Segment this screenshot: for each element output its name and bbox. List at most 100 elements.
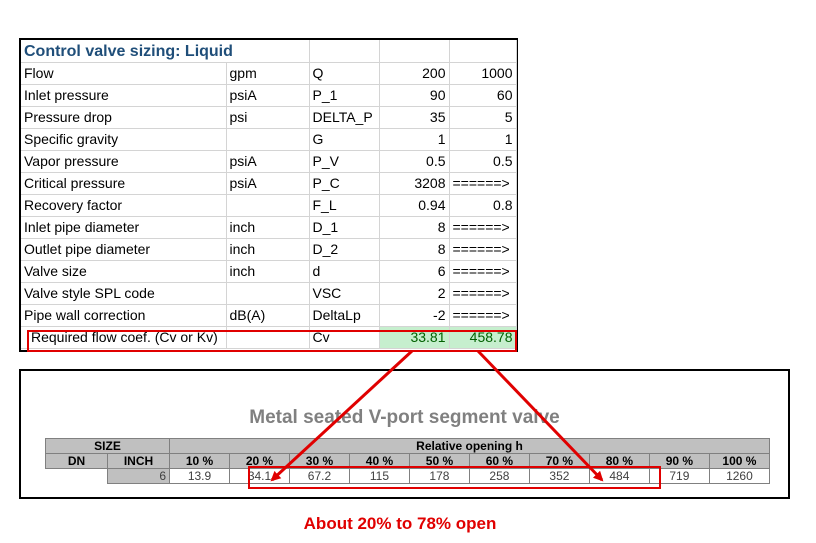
cv-value: 352 xyxy=(528,468,590,484)
param-value-case-2: 0.5 xyxy=(449,150,517,173)
param-symbol: d xyxy=(309,260,380,283)
param-unit xyxy=(226,194,310,217)
param-symbol: G xyxy=(309,128,380,151)
param-symbol: P_V xyxy=(309,150,380,173)
dn-value xyxy=(45,468,108,484)
sheet-row: Outlet pipe diameter inch D_2 8 ======> xyxy=(21,238,517,261)
param-value-case-1: 0.94 xyxy=(379,194,450,217)
param-value-case-1: 200 xyxy=(379,62,450,85)
opening-percent-header: 100 % xyxy=(708,453,771,469)
caption-open-range: About 20% to 78% open xyxy=(303,514,497,533)
param-value-case-2: 1 xyxy=(449,128,517,151)
param-unit: psi xyxy=(226,106,310,129)
opening-percent-header: 90 % xyxy=(648,453,710,469)
valve-capacity-panel: Metal seated V-port segment valve SIZE Re… xyxy=(19,369,790,499)
cv-value: 13.9 xyxy=(169,468,230,484)
result-cv-case-2: 458.78 xyxy=(449,326,517,349)
size-header: SIZE xyxy=(44,438,171,454)
param-symbol: D_2 xyxy=(309,238,380,261)
param-symbol: DeltaLp xyxy=(309,304,380,327)
param-value-case-2: ======> xyxy=(449,216,517,239)
param-value-case-1: 35 xyxy=(379,106,450,129)
param-unit: dB(A) xyxy=(226,304,310,327)
param-symbol: Q xyxy=(309,62,380,85)
opening-percent-header: 60 % xyxy=(468,453,530,469)
param-value-case-1: 8 xyxy=(379,238,450,261)
inch-header: INCH xyxy=(106,453,171,469)
param-value-case-1: 2 xyxy=(379,282,450,305)
cv-value: 719 xyxy=(648,468,710,484)
sheet-row: Specific gravity G 1 1 xyxy=(21,128,517,151)
sheet-result-row: Required flow coef. (Cv or Kv) Cv 33.81 458… xyxy=(21,326,517,349)
opening-header: Relative opening h xyxy=(169,438,770,454)
param-value-case-2: 60 xyxy=(449,84,517,107)
param-value-case-1: -2 xyxy=(379,304,450,327)
param-unit: inch xyxy=(226,238,310,261)
valve-data-row: 6 13.9 34.1 67.2 115 178 258 352 484 719 1260 xyxy=(45,468,771,484)
param-unit: psiA xyxy=(226,150,310,173)
param-symbol: VSC xyxy=(309,282,380,305)
param-unit xyxy=(226,282,310,305)
opening-percent-header: 80 % xyxy=(588,453,650,469)
param-symbol: DELTA_P xyxy=(309,106,380,129)
param-unit: psiA xyxy=(226,84,310,107)
opening-percent-header: 70 % xyxy=(528,453,590,469)
param-label: Inlet pressure xyxy=(21,84,227,107)
sheet-title-row: Control valve sizing: Liquid xyxy=(21,40,517,63)
param-symbol: P_1 xyxy=(309,84,380,107)
param-unit xyxy=(226,128,310,151)
result-label: Required flow coef. (Cv or Kv) xyxy=(21,326,227,349)
param-label: Vapor pressure xyxy=(21,150,227,173)
sheet-row: Inlet pipe diameter inch D_1 8 ======> xyxy=(21,216,517,239)
sizing-table: Control valve sizing: Liquid Flow gpm Q 200… xyxy=(21,40,517,349)
opening-percent-header: 20 % xyxy=(229,453,290,469)
cv-value: 1260 xyxy=(708,468,771,484)
sheet-row: Flow gpm Q 200 1000 xyxy=(21,62,517,85)
param-value-case-1: 0.5 xyxy=(379,150,450,173)
param-value-case-2: 1000 xyxy=(449,62,517,85)
param-value-case-2: ======> xyxy=(449,304,517,327)
result-symbol: Cv xyxy=(309,326,380,349)
param-symbol: F_L xyxy=(309,194,380,217)
sheet-row: Pipe wall correction dB(A) DeltaLp -2 ======… xyxy=(21,304,517,327)
param-unit: inch xyxy=(226,260,310,283)
param-label: Recovery factor xyxy=(21,194,227,217)
param-value-case-2: ======> xyxy=(449,282,517,305)
result-cv-case-1: 33.81 xyxy=(379,326,450,349)
cv-value: 258 xyxy=(468,468,530,484)
valve-header-row-2: DN INCH 10 % 20 % 30 % 40 % 50 % 60 % 70 % 80 % 90… xyxy=(45,453,771,469)
param-value-case-2: 5 xyxy=(449,106,517,129)
param-symbol: D_1 xyxy=(309,216,380,239)
param-unit: inch xyxy=(226,216,310,239)
param-value-case-2: ======> xyxy=(449,238,517,261)
opening-percent-header: 40 % xyxy=(348,453,410,469)
param-label: Outlet pipe diameter xyxy=(21,238,227,261)
param-value-case-1: 90 xyxy=(379,84,450,107)
valve-title: Metal seated V-port segment valve xyxy=(249,407,560,428)
sheet-row: Recovery factor F_L 0.94 0.8 xyxy=(21,194,517,217)
param-label: Specific gravity xyxy=(21,128,227,151)
param-value-case-1: 6 xyxy=(379,260,450,283)
sizing-sheet: Control valve sizing: Liquid Flow gpm Q 200… xyxy=(19,38,518,352)
cv-value: 115 xyxy=(348,468,410,484)
param-label: Inlet pipe diameter xyxy=(21,216,227,239)
sheet-row: Vapor pressure psiA P_V 0.5 0.5 xyxy=(21,150,517,173)
param-value-case-1: 1 xyxy=(379,128,450,151)
sheet-row: Valve style SPL code VSC 2 ======> xyxy=(21,282,517,305)
valve-header-row-1: SIZE Relative opening h xyxy=(44,438,770,454)
param-label: Critical pressure xyxy=(21,172,227,195)
param-value-case-1: 8 xyxy=(379,216,450,239)
opening-percent-header: 30 % xyxy=(288,453,350,469)
param-value-case-2: ======> xyxy=(449,172,517,195)
param-value-case-2: 0.8 xyxy=(449,194,517,217)
dn-header: DN xyxy=(45,453,108,469)
param-unit: gpm xyxy=(226,62,310,85)
cv-value: 484 xyxy=(588,468,650,484)
valve-capacity-table: SIZE Relative opening h DN INCH 10 % 20 % 30 %… xyxy=(44,438,771,484)
inch-value: 6 xyxy=(106,468,171,484)
param-unit: psiA xyxy=(226,172,310,195)
sheet-row: Inlet pressure psiA P_1 90 60 xyxy=(21,84,517,107)
sheet-row: Pressure drop psi DELTA_P 35 5 xyxy=(21,106,517,129)
param-value-case-2: ======> xyxy=(449,260,517,283)
param-label: Pressure drop xyxy=(21,106,227,129)
